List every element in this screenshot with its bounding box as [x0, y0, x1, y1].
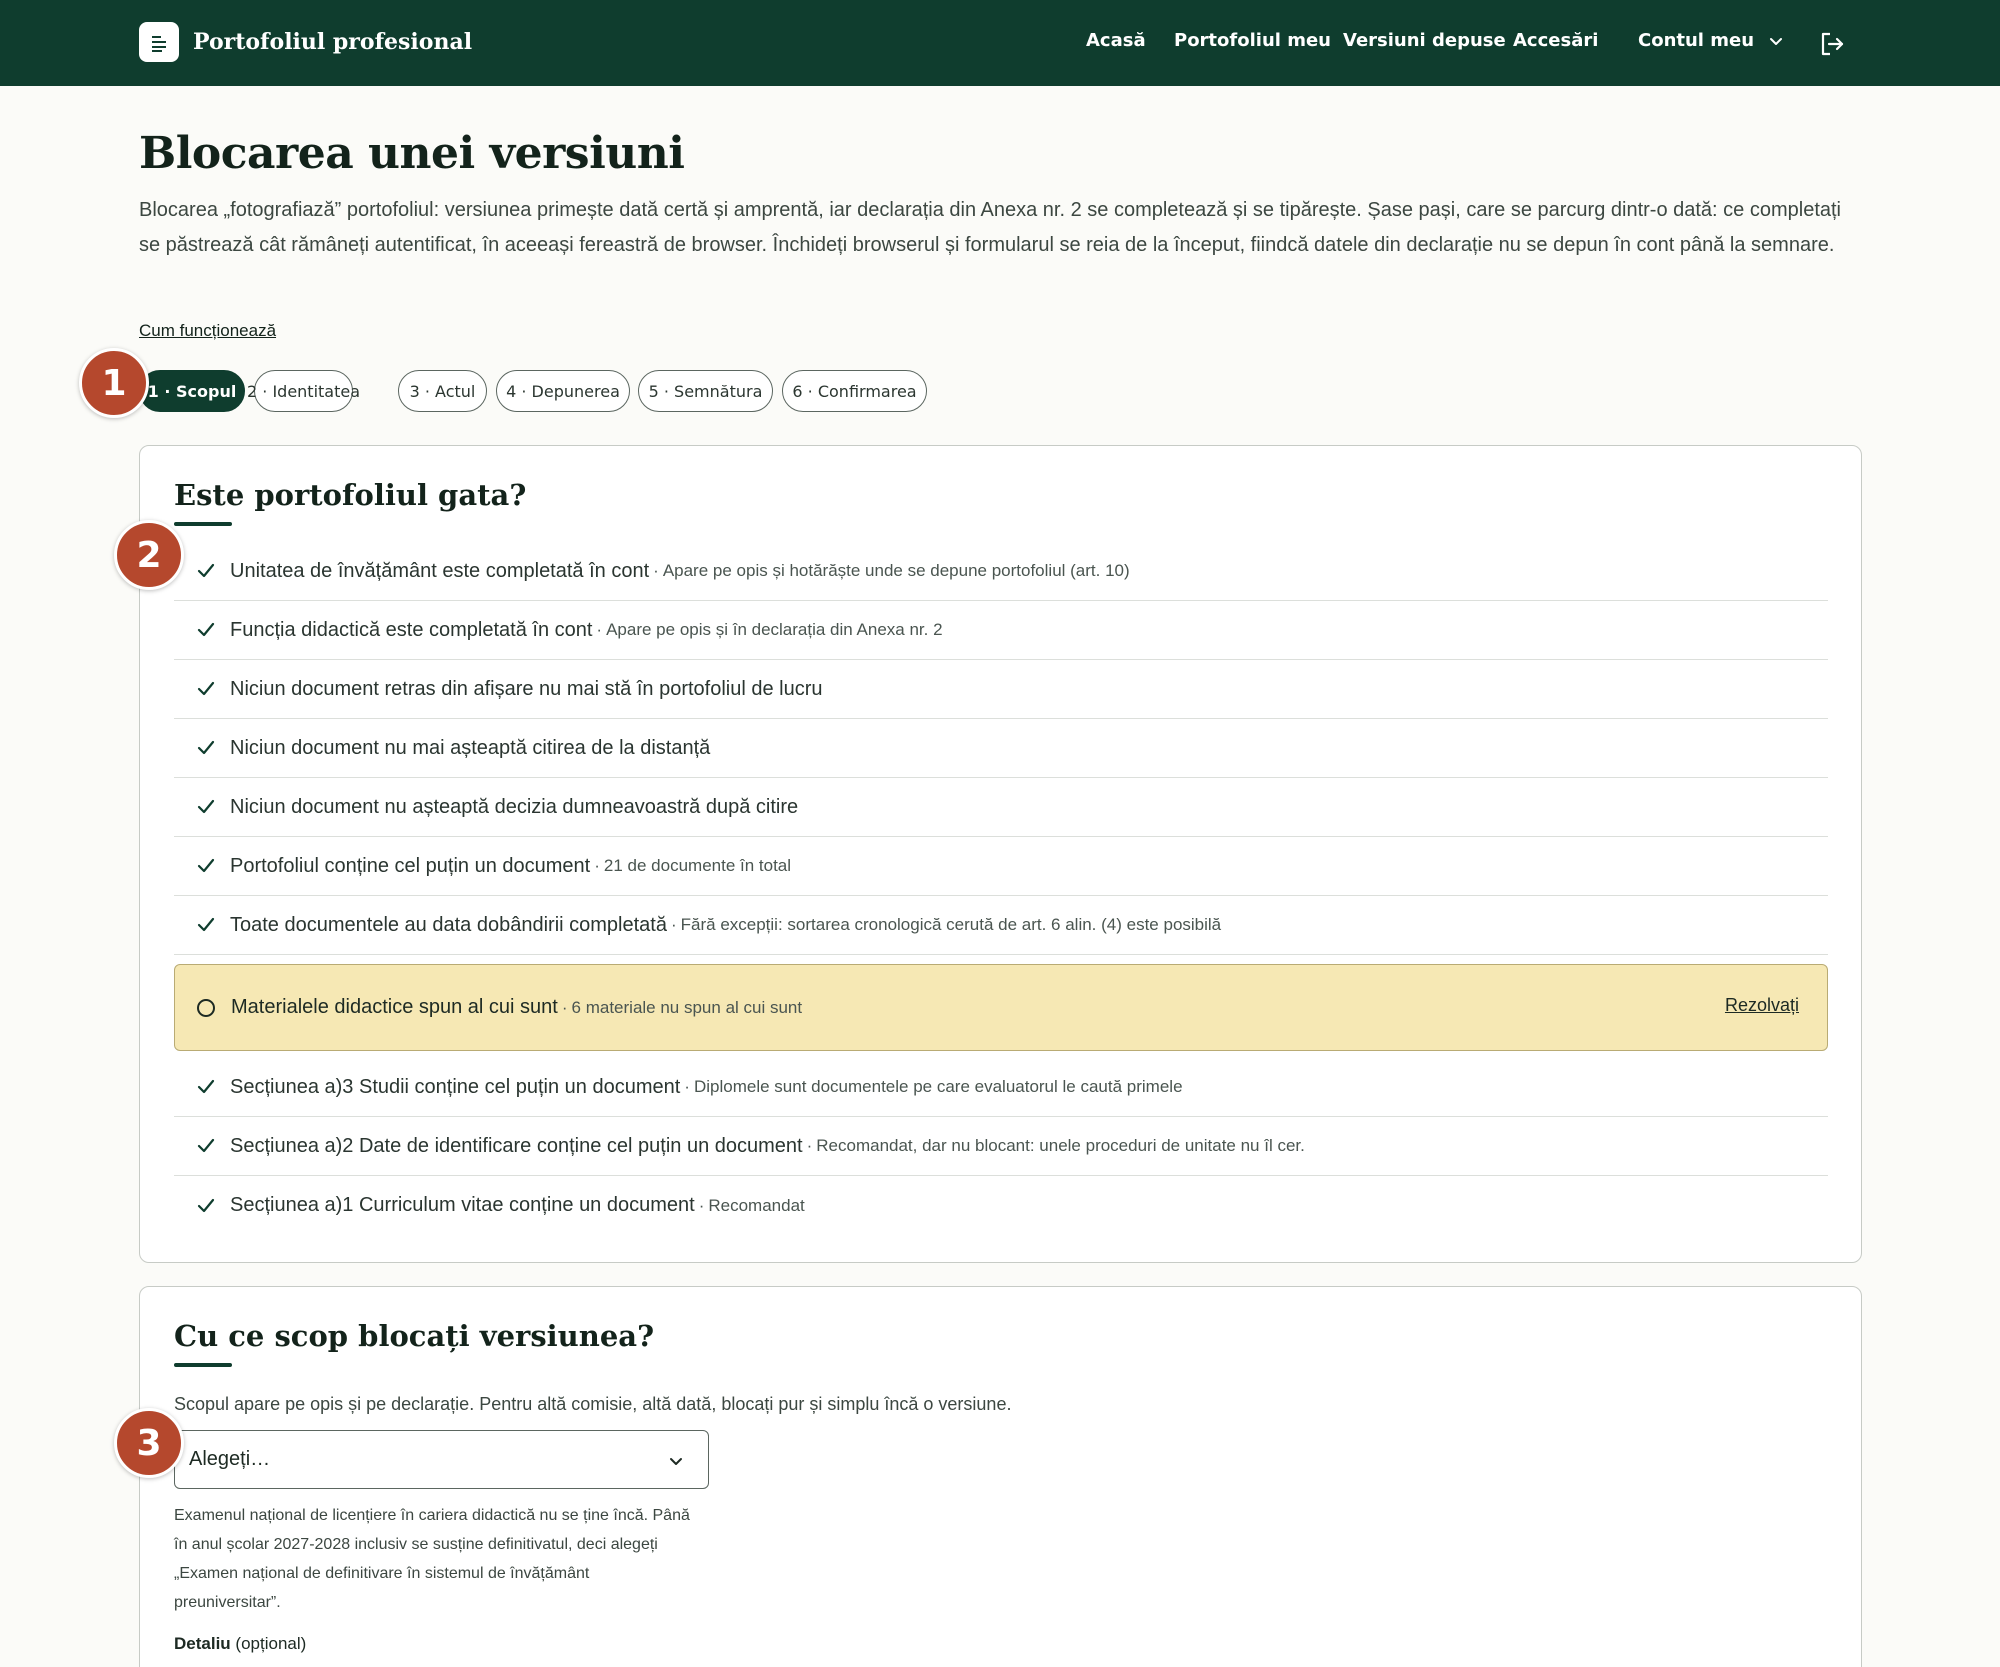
- warning-item: Materialele didactice spun al cui sunt ·…: [174, 964, 1828, 1051]
- check-icon: [197, 1198, 215, 1212]
- step-confirmation[interactable]: 6 · Confirmarea: [782, 370, 927, 412]
- check-icon: [197, 1079, 215, 1094]
- purpose-select[interactable]: Alegeți…: [174, 1430, 709, 1489]
- step-signature[interactable]: 5 · Semnătura: [638, 370, 773, 412]
- check-item: Portofoliul conține cel puțin un documen…: [174, 837, 1828, 896]
- check-item: Niciun document nu așteaptă decizia dumn…: [174, 778, 1828, 837]
- detail-label: Detaliu (opțional): [174, 1634, 307, 1653]
- logout-icon[interactable]: [1818, 30, 1846, 58]
- how-it-works-link[interactable]: Cum funcționează: [139, 321, 276, 341]
- page-intro: Blocarea „fotografiază” portofoliul: ver…: [139, 199, 1841, 256]
- check-item: Niciun document nu mai așteaptă citirea …: [174, 719, 1828, 778]
- nav-accesses[interactable]: Accesări: [1513, 30, 1598, 51]
- check-item-label: Niciun document nu mai așteaptă citirea …: [230, 736, 711, 759]
- check-icon: [197, 740, 215, 755]
- check-item: Niciun document retras din afișare nu ma…: [174, 660, 1828, 719]
- nav-my-portfolio[interactable]: Portofoliul meu: [1174, 30, 1331, 51]
- step-badge-1: 1: [79, 348, 149, 418]
- purpose-hint: Examenul național de licențiere în carie…: [174, 1507, 690, 1611]
- check-item-label: Secțiunea a)3 Studii conține cel puțin u…: [230, 1075, 681, 1098]
- nav-submitted-versions[interactable]: Versiuni depuse: [1343, 30, 1506, 51]
- check-item-label: Niciun document nu așteaptă decizia dumn…: [230, 795, 799, 818]
- resolve-link[interactable]: Rezolvați: [1725, 995, 1799, 1016]
- check-item-label: Funcția didactică este completată în con…: [230, 618, 593, 641]
- nav-home[interactable]: Acasă: [1086, 30, 1146, 51]
- check-item-note: Diplomele sunt documentele pe care evalu…: [693, 1077, 1183, 1096]
- check-item-note: Apare pe opis și în declarația din Anexa…: [606, 620, 943, 639]
- purpose-description: Scopul apare pe opis și pe declarație. P…: [174, 1394, 1012, 1414]
- check-item-note: Recomandat: [708, 1195, 805, 1215]
- check-item: Secțiunea a)1 Curriculum vitae conține u…: [174, 1176, 1828, 1235]
- title-underline: [174, 1363, 232, 1367]
- chevron-down-icon: [670, 1458, 682, 1465]
- warning-note: 6 materiale nu spun al cui sunt: [571, 997, 803, 1017]
- step-purpose[interactable]: 1 · Scopul: [139, 370, 245, 412]
- check-item-label: Unitatea de învățământ este completată î…: [230, 559, 650, 582]
- check-item-label: Secțiunea a)2 Date de identificare conți…: [230, 1134, 803, 1157]
- account-label: Contul meu: [1638, 30, 1755, 51]
- check-item-label: Toate documentele au data dobândirii com…: [230, 913, 667, 936]
- step-submission[interactable]: 4 · Depunerea: [496, 370, 630, 412]
- check-item-label: Secțiunea a)1 Curriculum vitae conține u…: [230, 1194, 695, 1216]
- check-item-note: 21 de documente în total: [603, 856, 792, 875]
- step-badge-2: 2: [114, 520, 184, 590]
- check-item: Funcția didactică este completată în con…: [174, 601, 1828, 660]
- check-item-note: Fără excepții: sortarea cronologică ceru…: [680, 915, 1222, 934]
- title-underline: [174, 522, 232, 526]
- check-item: Unitatea de învățământ este completată î…: [174, 542, 1828, 601]
- check-icon: [197, 1138, 215, 1153]
- check-item-note: Recomandat, dar nu blocant: unele proced…: [816, 1136, 1305, 1155]
- brand-title: Portofoliul profesional: [193, 29, 473, 55]
- step-act[interactable]: 3 · Actul: [398, 370, 487, 412]
- readiness-card: Este portofoliul gata? Unitatea de învăț…: [139, 445, 1862, 1263]
- page-title: Blocarea unei versiuni: [139, 128, 685, 179]
- check-item: Secțiunea a)3 Studii conține cel puțin u…: [174, 1058, 1828, 1117]
- check-icon: [197, 799, 215, 814]
- step-identity[interactable]: 2 · Identitatea: [247, 370, 360, 412]
- top-navigation-bar: Portofoliul profesional Acasă Portofoliu…: [0, 0, 2000, 86]
- step-badge-3: 3: [114, 1408, 184, 1478]
- purpose-select-value: Alegeți…: [189, 1448, 271, 1470]
- check-icon: [197, 622, 215, 637]
- check-item-label: Portofoliul conține cel puțin un documen…: [230, 854, 591, 877]
- readiness-title: Este portofoliul gata?: [174, 478, 527, 512]
- check-item-label: Niciun document retras din afișare nu ma…: [230, 677, 823, 700]
- purpose-title: Cu ce scop blocați versiunea?: [174, 1319, 655, 1353]
- account-menu[interactable]: Contul meu: [1638, 30, 1784, 51]
- warning-label: Materialele didactice spun al cui sunt: [231, 996, 558, 1018]
- check-icon: [197, 563, 215, 578]
- document-logo-icon: [139, 22, 179, 62]
- check-icon: [197, 858, 215, 873]
- pending-circle-icon: [197, 998, 215, 1017]
- check-icon: [197, 917, 215, 932]
- chevron-down-icon: [1770, 37, 1783, 45]
- brand[interactable]: Portofoliul profesional: [139, 22, 472, 62]
- purpose-card: Cu ce scop blocați versiunea? Scopul apa…: [139, 1286, 1862, 1667]
- check-icon: [197, 681, 215, 696]
- check-item: Secțiunea a)2 Date de identificare conți…: [174, 1117, 1828, 1176]
- check-item-note: Apare pe opis și hotărăște unde se depun…: [662, 561, 1130, 580]
- check-item: Toate documentele au data dobândirii com…: [174, 896, 1828, 955]
